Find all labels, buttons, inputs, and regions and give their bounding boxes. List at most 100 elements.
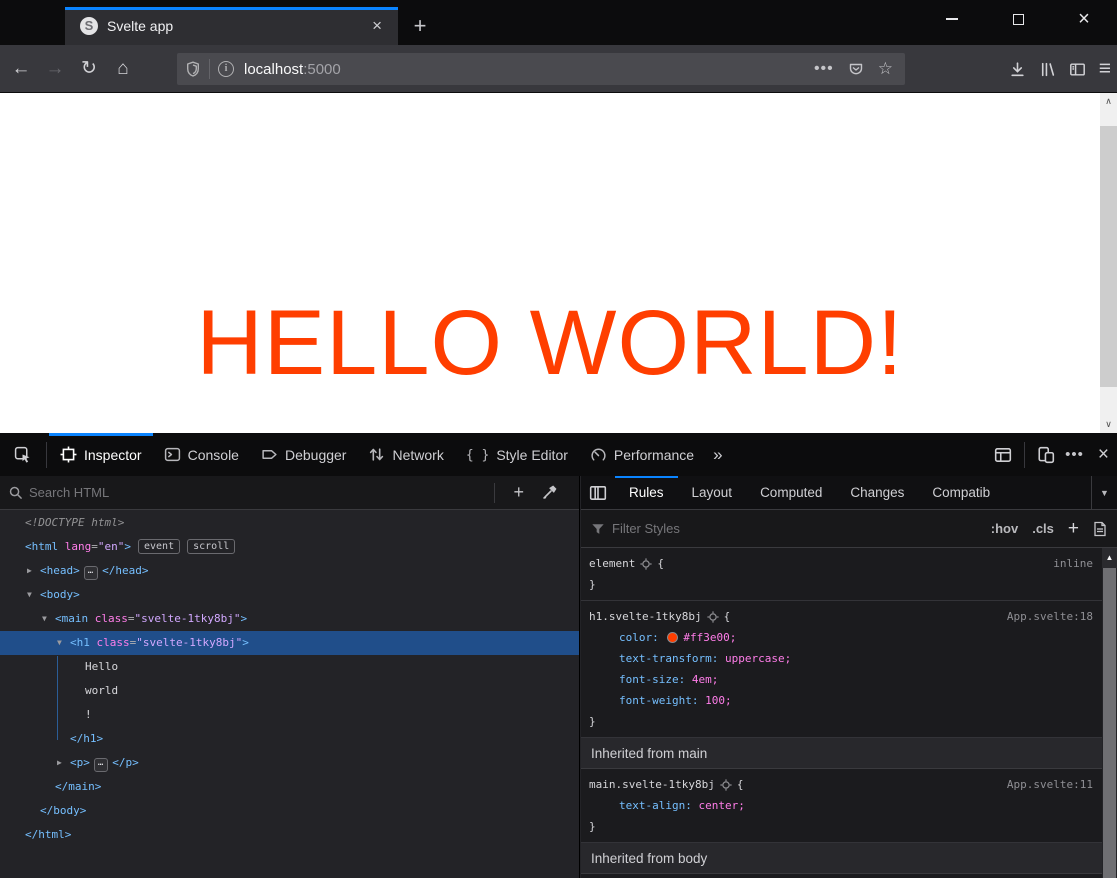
add-node-button[interactable]: + [504,482,533,503]
bookmark-star-icon[interactable]: ☆ [878,59,893,79]
sidebars-icon[interactable] [1069,61,1086,78]
expand-arrow-icon[interactable]: ▶ [55,751,70,775]
add-rule-button[interactable]: + [1068,518,1079,540]
menu-icon[interactable]: ≡ [1099,57,1111,81]
print-simulation-icon[interactable] [1093,521,1107,537]
devtools-tab-network[interactable]: Network [357,433,454,476]
new-tab-button[interactable]: + [405,12,435,40]
css-declaration[interactable]: font-size: 4em; [589,669,1093,690]
rule-origin[interactable]: inline [1053,557,1093,570]
rule-selector[interactable]: h1.svelte-1tky8bj [589,610,702,623]
pocket-icon[interactable] [848,61,864,77]
shield-icon[interactable] [185,61,201,77]
sidebar-tab-computed[interactable]: Computed [746,476,836,510]
css-declaration[interactable]: color: #ff3e00; [589,627,1093,648]
property-name[interactable]: font-weight: [619,694,698,707]
markup-row[interactable]: Hello [0,655,579,679]
devtools-tab-console[interactable]: Console [153,433,250,476]
downloads-icon[interactable] [1009,61,1026,78]
scroll-down-icon[interactable]: ∨ [1100,416,1117,433]
maximize-button[interactable] [985,0,1051,38]
property-name[interactable]: text-align: [619,799,692,812]
search-html-input[interactable] [29,485,485,500]
page-scrollbar[interactable]: ∧ ∨ [1100,93,1117,433]
page-actions-icon[interactable]: ••• [814,60,834,78]
sidebar-tab-layout[interactable]: Layout [678,476,747,510]
pseudo-class-toggle[interactable]: :hov [991,521,1018,536]
scroll-up-icon[interactable]: ∧ [1100,93,1117,110]
highlight-target-icon[interactable] [720,779,732,791]
reload-button[interactable]: ↻ [72,52,106,86]
sidebar-tab-rules[interactable]: Rules [615,476,678,510]
minimize-button[interactable] [919,0,985,38]
devtools-tab-inspector[interactable]: Inspector [49,433,153,476]
markup-row[interactable]: <html lang="en">eventscroll [0,535,579,559]
devtools-close-icon[interactable]: × [1094,444,1109,466]
property-value[interactable]: center; [698,799,744,812]
markup-row[interactable]: ▼<main class="svelte-1tky8bj"> [0,607,579,631]
devtools-tab-performance[interactable]: Performance [579,433,705,476]
devtools-tab-debugger[interactable]: Debugger [250,433,358,476]
rules-scroll-up-icon[interactable]: ▲ [1102,548,1117,568]
markup-row-selected[interactable]: ▼<h1 class="svelte-1tky8bj"> [0,631,579,655]
markup-row[interactable]: ▶<head>…</head> [0,559,579,583]
markup-row[interactable]: ▶<p>…</p> [0,751,579,775]
markup-row[interactable]: </h1> [0,727,579,751]
scrollbar-thumb[interactable] [1100,126,1117,387]
sidebar-tab-changes[interactable]: Changes [836,476,918,510]
highlight-target-icon[interactable] [640,558,652,570]
site-info-icon[interactable]: i [218,61,234,77]
property-value[interactable]: #ff3e00; [683,631,736,644]
more-tools-icon[interactable]: » [705,445,730,465]
property-name[interactable]: font-size: [619,673,685,686]
css-declaration[interactable]: font-weight: 100; [589,690,1093,711]
rule-origin[interactable]: App.svelte:11 [1007,778,1093,791]
property-name[interactable]: color: [619,631,659,644]
property-name[interactable]: text-transform: [619,652,718,665]
markup-row[interactable]: <!DOCTYPE html> [0,511,579,535]
sidebar-toggle-icon[interactable] [581,484,615,502]
markup-row[interactable]: ▼<body> [0,583,579,607]
filter-styles-input[interactable] [612,521,977,536]
sidebar-tab-compatib[interactable]: Compatib [918,476,1004,510]
inline-expand-icon[interactable]: … [94,758,108,772]
forward-button[interactable]: → [38,52,72,86]
property-value[interactable]: 100; [705,694,732,707]
home-button[interactable]: ⌂ [106,52,140,86]
markup-row[interactable]: </main> [0,775,579,799]
markup-row[interactable]: world [0,679,579,703]
css-declaration[interactable]: text-transform: uppercase; [589,648,1093,669]
url-text[interactable]: localhost:5000 [244,61,814,78]
rules-scrollbar-thumb[interactable] [1103,568,1116,878]
dock-side-icon[interactable] [994,446,1012,464]
property-value[interactable]: 4em; [692,673,719,686]
rule-selector[interactable]: element [589,557,635,570]
rules-scrollbar[interactable]: ▲ [1102,548,1117,878]
browser-tab[interactable]: S Svelte app × [65,7,398,45]
devtools-tab-style-editor[interactable]: { }Style Editor [455,433,579,476]
devtools-menu-icon[interactable]: ••• [1065,446,1084,463]
scroll-badge[interactable]: scroll [187,539,235,554]
collapse-arrow-icon[interactable]: ▼ [55,631,70,655]
close-button[interactable]: × [1051,0,1117,38]
collapse-arrow-icon[interactable]: ▼ [25,583,40,607]
url-bar[interactable]: i localhost:5000 ••• ☆ [177,53,905,85]
event-badge[interactable]: event [138,539,180,554]
expand-arrow-icon[interactable]: ▶ [25,559,40,583]
responsive-design-icon[interactable] [1037,446,1055,464]
class-toggle[interactable]: .cls [1032,521,1054,536]
markup-row[interactable]: </body> [0,799,579,823]
inline-expand-icon[interactable]: … [84,566,98,580]
element-picker-button[interactable] [0,446,44,463]
css-declaration[interactable]: text-align: center; [589,795,1093,816]
back-button[interactable]: ← [4,52,38,86]
property-value[interactable]: uppercase; [725,652,791,665]
tab-close-icon[interactable]: × [366,16,388,36]
markup-row[interactable]: </html> [0,823,579,847]
collapse-arrow-icon[interactable]: ▼ [40,607,55,631]
eyedropper-icon[interactable] [533,485,571,500]
sidebar-tabs-overflow-icon[interactable]: ▼ [1091,476,1117,510]
color-swatch[interactable] [667,632,678,643]
markup-row[interactable]: ! [0,703,579,727]
rule-origin[interactable]: App.svelte:18 [1007,610,1093,623]
